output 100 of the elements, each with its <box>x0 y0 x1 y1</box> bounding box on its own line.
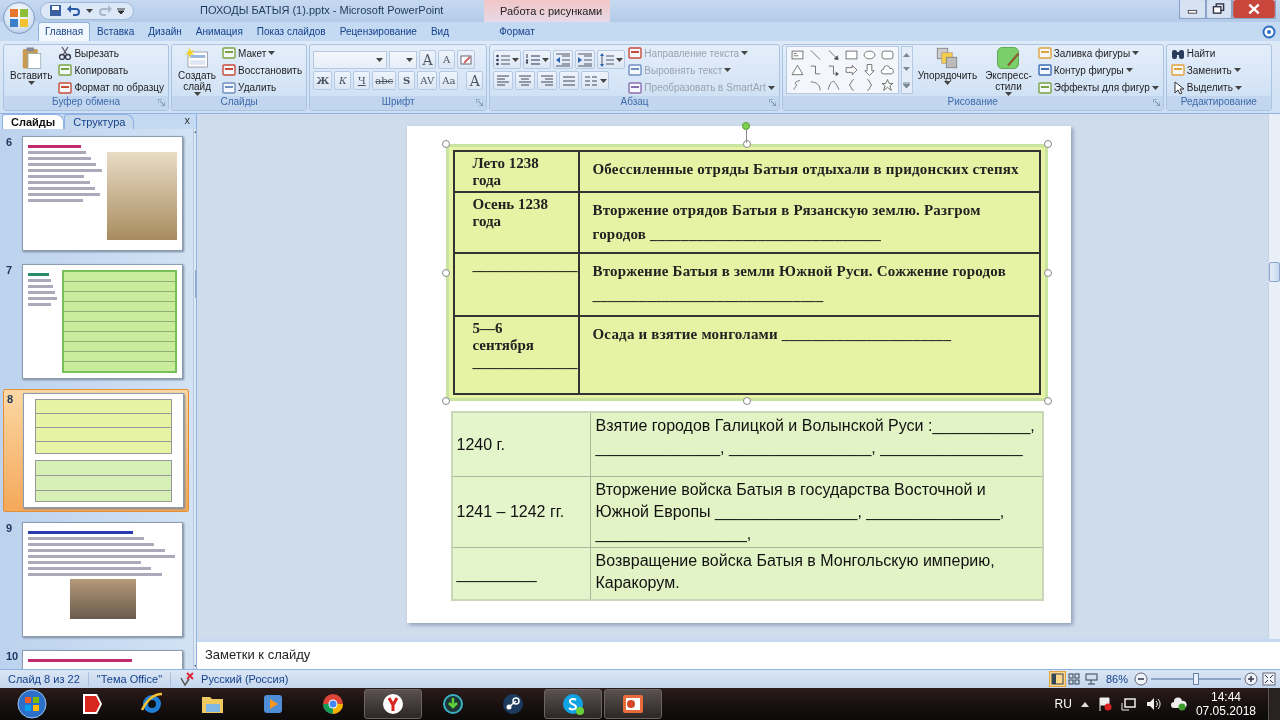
ribbon-button[interactable]: Вставить <box>7 45 56 96</box>
dialog-launcher-icon[interactable] <box>768 99 776 107</box>
dialog-launcher-icon[interactable] <box>476 99 484 107</box>
justify-button[interactable] <box>559 71 580 91</box>
rotate-handle[interactable] <box>741 122 750 131</box>
font-size-button[interactable]: A <box>419 50 437 70</box>
gallery-scrollbar[interactable] <box>900 46 913 95</box>
ribbon-button[interactable]: Заливка фигуры <box>1036 45 1160 61</box>
slide-thumbnail[interactable] <box>22 522 183 638</box>
close-icon[interactable] <box>1232 0 1276 19</box>
clock-time[interactable]: 14:44 <box>1210 690 1241 704</box>
text-box-icon[interactable] <box>788 48 806 63</box>
slide-thumbnail[interactable] <box>22 650 183 670</box>
curve-icon[interactable] <box>824 78 842 93</box>
bullets-button[interactable] <box>493 50 522 70</box>
decrease-indent-button[interactable] <box>553 50 574 70</box>
help-icon[interactable] <box>1262 24 1276 39</box>
rectangle-icon[interactable] <box>842 48 860 63</box>
increase-indent-button[interactable] <box>575 50 596 70</box>
resize-handle[interactable] <box>1043 140 1052 149</box>
resize-handle[interactable] <box>441 268 450 277</box>
slide-thumbnail[interactable] <box>22 136 183 252</box>
minimize-icon[interactable] <box>1179 0 1206 19</box>
undo-icon[interactable] <box>67 4 81 18</box>
shape-gallery[interactable] <box>785 46 899 95</box>
format-button[interactable]: abc <box>372 71 397 91</box>
ribbon-tab[interactable]: Вид <box>423 21 456 41</box>
ribbon-tab[interactable]: Анимация <box>188 21 250 41</box>
ribbon-button[interactable]: Заменить <box>1169 62 1243 79</box>
taskbar-button[interactable] <box>604 689 662 719</box>
ribbon-button[interactable]: Копировать <box>57 62 166 79</box>
format-button[interactable]: Ж <box>313 71 333 91</box>
spelling-icon[interactable] <box>179 672 196 687</box>
format-button[interactable]: Ч <box>353 71 371 91</box>
dialog-launcher-icon[interactable] <box>158 99 166 107</box>
slide-thumbnail[interactable] <box>22 264 183 380</box>
zoom-out-icon[interactable] <box>1134 672 1148 687</box>
ribbon-button[interactable]: Эффекты для фигур <box>1036 80 1160 96</box>
office-logo-icon[interactable] <box>9 8 29 28</box>
format-button[interactable]: Aa <box>439 71 459 91</box>
format-button[interactable]: К <box>334 71 352 91</box>
network-icon[interactable] <box>1120 697 1137 711</box>
close-pane-button[interactable]: x <box>184 114 190 127</box>
taskbar-button[interactable] <box>544 689 602 719</box>
pane-tab[interactable]: Слайды <box>2 114 65 130</box>
ribbon-button[interactable]: Макет <box>221 45 304 61</box>
table-picture[interactable] <box>445 144 1048 402</box>
ribbon-button[interactable]: Формат по образцу <box>57 80 166 96</box>
dialog-launcher-icon[interactable] <box>1152 99 1160 107</box>
resize-handle[interactable] <box>441 140 450 149</box>
format-button[interactable]: S <box>398 71 416 91</box>
ribbon-button[interactable]: Создать слайд <box>175 45 220 96</box>
scrollbar[interactable] <box>1268 114 1280 640</box>
ribbon-button[interactable]: Экспресс-стили <box>982 45 1035 96</box>
input-language[interactable]: RU <box>1054 697 1072 711</box>
columns-button[interactable] <box>581 71 610 91</box>
resize-handle[interactable] <box>441 397 450 406</box>
show-hidden-icons-icon[interactable] <box>1080 701 1089 707</box>
clock-date[interactable]: 07.05.2018 <box>1195 704 1256 718</box>
ribbon-button[interactable]: Восстановить <box>221 62 304 79</box>
customize-icon[interactable] <box>117 6 125 15</box>
ribbon-button[interactable]: Упорядочить <box>914 45 981 96</box>
ribbon-button[interactable]: Вырезать <box>57 45 166 61</box>
triangle-icon[interactable] <box>788 63 806 78</box>
ribbon-button[interactable]: Удалить <box>221 80 304 96</box>
ribbon-tab[interactable]: Рецензирование <box>332 21 424 41</box>
resize-handle[interactable] <box>1043 268 1052 277</box>
speaker-icon[interactable] <box>1145 697 1162 711</box>
view-button[interactable] <box>1048 671 1066 688</box>
font-size-button[interactable]: A <box>438 50 456 70</box>
start-orb-icon[interactable] <box>14 689 50 719</box>
resize-handle[interactable] <box>1043 397 1052 406</box>
font-size-field[interactable] <box>389 51 418 69</box>
resize-handle[interactable] <box>742 397 751 406</box>
ribbon-tab[interactable]: Показ слайдов <box>249 21 333 41</box>
slider-thumb[interactable] <box>1193 673 1199 686</box>
taskbar-button[interactable] <box>364 689 422 719</box>
ribbon-button[interactable]: Выделить <box>1169 80 1243 96</box>
view-button[interactable] <box>1082 671 1100 688</box>
view-button[interactable] <box>1065 671 1083 688</box>
format-button[interactable]: AV <box>417 71 438 91</box>
line-spacing-button[interactable] <box>597 50 626 70</box>
ribbon-tab[interactable]: Формат <box>462 21 572 41</box>
slide-thumbnail[interactable] <box>23 393 184 509</box>
ribbon-button[interactable]: Контур фигуры <box>1036 62 1160 79</box>
rounded-rectangle-icon[interactable] <box>878 48 896 63</box>
ribbon-button[interactable]: Найти <box>1169 45 1243 61</box>
font-name-field[interactable] <box>313 51 388 69</box>
format-button[interactable]: A <box>466 71 484 91</box>
ribbon-tab[interactable]: Дизайн <box>141 21 189 41</box>
save-icon[interactable] <box>49 4 62 18</box>
restore-icon[interactable] <box>1206 0 1232 19</box>
cloud-icon[interactable] <box>1170 697 1187 711</box>
clear-formatting-button[interactable] <box>457 50 476 70</box>
ribbon-tab[interactable]: Вставка <box>90 21 142 41</box>
numbering-button[interactable] <box>523 50 552 70</box>
right-arrow-icon[interactable] <box>842 63 860 78</box>
pane-tab[interactable]: Структура <box>64 114 135 130</box>
fit-to-window-icon[interactable] <box>1262 672 1276 687</box>
flag-icon[interactable] <box>1097 697 1112 711</box>
